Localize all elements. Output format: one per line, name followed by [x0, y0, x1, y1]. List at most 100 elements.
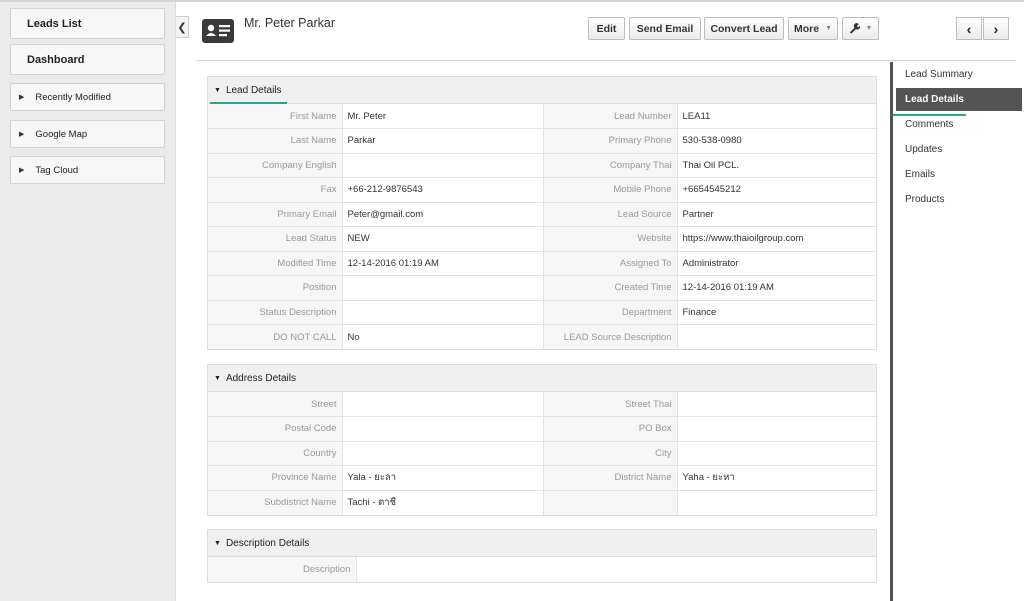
convert-lead-label: Convert Lead — [710, 22, 778, 35]
field-value[interactable]: Parkar — [341, 128, 544, 154]
field-label: District Name — [542, 465, 678, 491]
field-value[interactable] — [341, 299, 544, 325]
field-value[interactable]: NEW — [341, 226, 544, 252]
field-value[interactable]: Peter@gmail.com — [341, 201, 544, 227]
field-label: Street — [208, 392, 343, 417]
field-row: Province Name Yala - ยะลา District Name Yah… — [208, 465, 878, 491]
related-nav-updates[interactable]: Updates — [905, 144, 942, 155]
field-value[interactable] — [341, 440, 544, 466]
widget-tag-cloud[interactable]: ▶ Tag Cloud — [10, 156, 165, 184]
convert-lead-button[interactable]: Convert Lead — [704, 17, 784, 40]
related-nav-products[interactable]: Products — [905, 194, 944, 205]
field-value[interactable]: https://www.thaioilgroup.com — [676, 226, 878, 252]
related-nav-lead-details[interactable]: Lead Details — [896, 88, 1022, 111]
field-value[interactable] — [341, 416, 544, 442]
widget-label: Tag Cloud — [35, 164, 79, 176]
field-label: Subdistrict Name — [208, 489, 343, 515]
related-nav-emails[interactable]: Emails — [905, 169, 935, 180]
address-details-header[interactable]: ▼ Address Details — [208, 365, 876, 392]
sidebar-collapse-button[interactable]: ❮ — [176, 16, 189, 38]
field-label: First Name — [208, 104, 343, 129]
right-related-nav: Lead Summary Lead Details Comments Updat… — [890, 62, 1024, 601]
previous-record-button[interactable]: ‹ — [956, 17, 982, 40]
leads-list-label: Leads List — [27, 17, 82, 30]
field-value[interactable] — [676, 324, 878, 349]
edit-label: Edit — [596, 22, 617, 35]
field-label: Primary Phone — [542, 128, 678, 154]
field-label: Lead Source — [542, 201, 678, 227]
field-value[interactable]: Partner — [676, 201, 878, 227]
field-label — [542, 489, 678, 515]
description-details-block: ▼ Description Details Description — [207, 529, 878, 583]
field-label: Mobile Phone — [542, 177, 678, 203]
widget-recently-modified[interactable]: ▶ Recently Modified — [10, 83, 165, 111]
field-value[interactable]: Finance — [676, 299, 878, 325]
field-label: Modified Time — [208, 250, 343, 276]
field-value[interactable]: Yaha - ยะหา — [676, 465, 878, 491]
field-row: Last Name Parkar Primary Phone 530-538-0980 — [208, 128, 878, 154]
field-label: LEAD Source Description — [542, 324, 678, 349]
address-details-title: Address Details — [225, 372, 296, 384]
send-email-label: Send Email — [636, 22, 694, 35]
field-value[interactable]: Tachi - ตาชี — [341, 489, 544, 515]
field-label: Company Thai — [542, 152, 678, 178]
field-value[interactable] — [341, 152, 544, 178]
lead-details-underline — [210, 102, 287, 104]
chevron-right-icon: › — [993, 20, 999, 37]
address-details-block: ▼ Address Details Street Street Thai Posta… — [207, 364, 878, 516]
field-value[interactable] — [676, 416, 878, 442]
more-dropdown-button[interactable]: More ▼ — [788, 17, 838, 40]
field-row: Description — [208, 557, 878, 582]
record-title: Mr. Peter Parkar — [244, 16, 335, 30]
field-value[interactable] — [676, 489, 878, 515]
lead-details-header[interactable]: ▼ Lead Details — [208, 77, 876, 104]
field-value[interactable]: Administrator — [676, 250, 878, 276]
field-label: Primary Email — [208, 201, 343, 227]
edit-button[interactable]: Edit — [588, 17, 625, 40]
field-label: Website — [542, 226, 678, 252]
send-email-button[interactable]: Send Email — [629, 17, 701, 40]
field-value[interactable] — [676, 392, 878, 417]
field-label: Fax — [208, 177, 343, 203]
settings-dropdown-button[interactable]: ▼ — [842, 17, 879, 40]
lead-details-block: ▼ Lead Details First Name Mr. Peter Lead N… — [207, 76, 878, 350]
field-row: First Name Mr. Peter Lead Number LEA11 — [208, 104, 878, 129]
field-value[interactable] — [341, 392, 544, 417]
field-value[interactable]: No — [341, 324, 544, 349]
field-row: Fax +66-212-9876543 Mobile Phone +665454521… — [208, 177, 878, 203]
field-label: PO Box — [542, 416, 678, 442]
field-value[interactable] — [676, 440, 878, 466]
field-value[interactable]: LEA11 — [676, 104, 878, 129]
field-row: Lead Status NEW Website https://www.thaioil… — [208, 226, 878, 252]
widget-google-map[interactable]: ▶ Google Map — [10, 120, 165, 148]
field-value[interactable]: 12-14-2016 01:19 AM — [341, 250, 544, 276]
next-record-button[interactable]: › — [983, 17, 1009, 40]
field-value[interactable]: 530-538-0980 — [676, 128, 878, 154]
field-row: Position Created Time 12-14-2016 01:19 AM — [208, 275, 878, 301]
field-value[interactable] — [341, 275, 544, 301]
field-row: Subdistrict Name Tachi - ตาชี — [208, 489, 878, 515]
field-value[interactable]: Yala - ยะลา — [341, 465, 544, 491]
field-value[interactable] — [355, 557, 878, 582]
description-details-title: Description Details — [225, 537, 310, 549]
chevron-left-icon: ‹ — [966, 20, 972, 37]
triangle-right-icon: ▶ — [19, 94, 25, 101]
field-value[interactable]: +66-212-9876543 — [341, 177, 544, 203]
caret-down-icon: ▼ — [865, 25, 873, 32]
lead-details-table: First Name Mr. Peter Lead Number LEA11 Last … — [208, 104, 878, 349]
related-nav-comments[interactable]: Comments — [905, 119, 953, 130]
field-label: Description — [208, 557, 357, 582]
dashboard-button[interactable]: Dashboard — [10, 44, 165, 75]
left-sidebar: Leads List Dashboard ▶ Recently Modified… — [0, 2, 176, 601]
related-nav-lead-summary[interactable]: Lead Summary — [905, 69, 973, 80]
field-value[interactable]: +6654545212 — [676, 177, 878, 203]
field-value[interactable]: Thai Oil PCL. — [676, 152, 878, 178]
leads-list-button[interactable]: Leads List — [10, 8, 165, 39]
widget-label: Google Map — [35, 128, 88, 140]
lead-details-title: Lead Details — [225, 84, 282, 96]
field-value[interactable]: Mr. Peter — [341, 104, 544, 129]
chevron-left-icon: ❮ — [177, 21, 187, 34]
field-value[interactable]: 12-14-2016 01:19 AM — [676, 275, 878, 301]
triangle-down-icon: ▼ — [214, 86, 221, 94]
description-details-header[interactable]: ▼ Description Details — [208, 530, 876, 557]
